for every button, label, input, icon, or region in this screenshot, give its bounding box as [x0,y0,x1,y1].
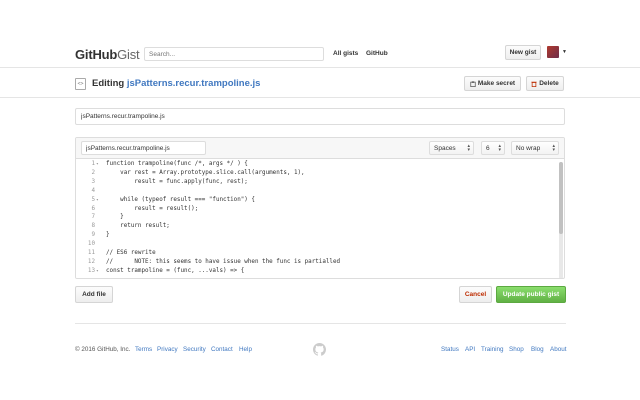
line-number: 12 [87,258,95,265]
octocat-icon[interactable] [313,343,326,356]
line-number: 3 [91,178,95,185]
footer-link-api[interactable]: API [465,346,475,353]
line-number: 4 [91,187,95,194]
code-line[interactable]: 4 [76,188,556,197]
fold-arrow-icon[interactable]: ▾ [96,198,99,203]
footer-link-blog[interactable]: Blog [531,346,544,353]
code-text: // ES6 rewrite [106,250,156,256]
code-text: result = func.apply(func, rest); [106,178,248,185]
footer-link-terms[interactable]: Terms [135,346,152,353]
gist-description-input[interactable] [75,108,565,125]
code-line[interactable]: 7 } [76,214,556,223]
nav-github[interactable]: GitHub [366,50,388,57]
code-line[interactable]: 11 // ES6 rewrite [76,250,556,259]
caret-down-icon[interactable]: ▼ [562,49,567,55]
gist-logo[interactable]: GitHubGist [75,47,140,62]
indent-size-select[interactable]: 6 ▴ ▾ [481,141,505,155]
code-file-icon: <> [75,78,86,90]
code-line[interactable]: 9} [76,232,556,241]
editor-scrollbar[interactable] [559,162,563,278]
indent-mode-select[interactable]: Spaces ▴ ▾ [429,141,474,155]
line-number: 7 [91,214,95,221]
code-text: var rest = Array.prototype.slice.call(ar… [106,169,305,176]
code-line[interactable]: 1 ▾ function trampoline(func /*, args */ )… [76,161,556,170]
line-number: 10 [87,241,95,248]
code-line[interactable]: 12 // NOTE: this seems to have issue when… [76,259,556,268]
code-text: const trampoline = (func, ...vals) => { [106,267,245,274]
code-line[interactable]: 2 var rest = Array.prototype.slice.call(… [76,170,556,179]
code-line[interactable]: 5 ▾ while (typeof result === "function") … [76,197,556,206]
footer-link-status[interactable]: Status [441,346,459,353]
code-editor: Spaces▴▾ 6▴▾ No wrap▴▾ 1▾function trampo… [75,137,565,279]
line-number: 5 [91,196,95,203]
nav-all-gists[interactable]: All gists [333,50,358,57]
footer-link-training[interactable]: Training [481,346,504,353]
make-secret-button[interactable]: Make secret [464,76,521,91]
footer-link-about[interactable]: About [550,346,566,353]
site-header: GitHubGist All gists GitHub New gist ▼ [0,38,640,68]
new-gist-button[interactable]: New gist [505,45,541,60]
code-text: } [106,232,110,239]
footer-link-privacy[interactable]: Privacy [157,346,178,353]
delete-button[interactable]: Delete [526,76,564,91]
update-public-gist-button[interactable]: Update public gist [496,286,566,303]
copyright: © 2016 GitHub, Inc. [75,346,131,353]
avatar[interactable] [547,46,559,58]
code-text: // NOTE: this seems to have issue when t… [106,258,341,265]
code-line[interactable]: 8 return result; [76,223,556,232]
code-line[interactable]: 3 result = func.apply(func, rest); [76,179,556,188]
line-number: 1 [91,161,95,167]
gist-filename-link[interactable]: jsPatterns.recur.trampoline.js [127,78,261,89]
wrap-mode-select[interactable]: No wrap ▴ ▾ [511,141,559,155]
code-text: return result; [106,223,170,230]
line-number: 6 [91,205,95,212]
footer-link-contact[interactable]: Contact [211,346,233,353]
cancel-button[interactable]: Cancel [459,286,492,303]
title-bar: <> Editing jsPatterns.recur.trampoline.j… [0,68,640,98]
code-line[interactable]: 6 result = result(); [76,206,556,215]
trash-icon [531,81,537,87]
clipboard-icon [470,80,476,87]
site-footer: © 2016 GitHub, Inc. Terms Privacy Securi… [75,323,566,363]
line-number: 9 [91,232,95,239]
select-arrows-icon: ▴ ▾ [552,143,555,153]
code-line[interactable]: 13 ▾ const trampoline = (func, ...vals) =>… [76,268,556,277]
code-text: result = result(); [106,205,199,212]
line-number: 2 [91,169,95,176]
code-text: while (typeof result === "function") { [106,196,255,203]
scrollbar-thumb[interactable] [559,162,563,234]
line-number: 13 [87,267,95,274]
code-line[interactable]: 10 [76,241,556,250]
footer-link-help[interactable]: Help [239,346,252,353]
code-text: function trampoline(func /*, args */ ) { [106,161,248,167]
fold-arrow-icon[interactable]: ▾ [96,269,99,274]
select-arrows-icon: ▴ ▾ [467,143,470,153]
search-input[interactable] [144,47,324,61]
footer-link-shop[interactable]: Shop [509,346,524,353]
code-area[interactable]: 1 ▾ function trampoline(func /*, args */ )… [76,159,564,278]
add-file-button[interactable]: Add file [75,286,113,303]
select-arrows-icon: ▴ ▾ [498,143,501,153]
filename-input[interactable] [81,141,206,155]
fold-arrow-icon[interactable]: ▾ [96,162,99,167]
code-text: } [106,214,124,221]
footer-link-security[interactable]: Security [183,346,206,353]
line-number: 8 [91,223,95,230]
editor-toolbar: Spaces▴▾ 6▴▾ No wrap▴▾ [76,138,564,159]
line-number: 11 [87,250,95,256]
page-title: Editing jsPatterns.recur.trampoline.js [92,78,261,89]
